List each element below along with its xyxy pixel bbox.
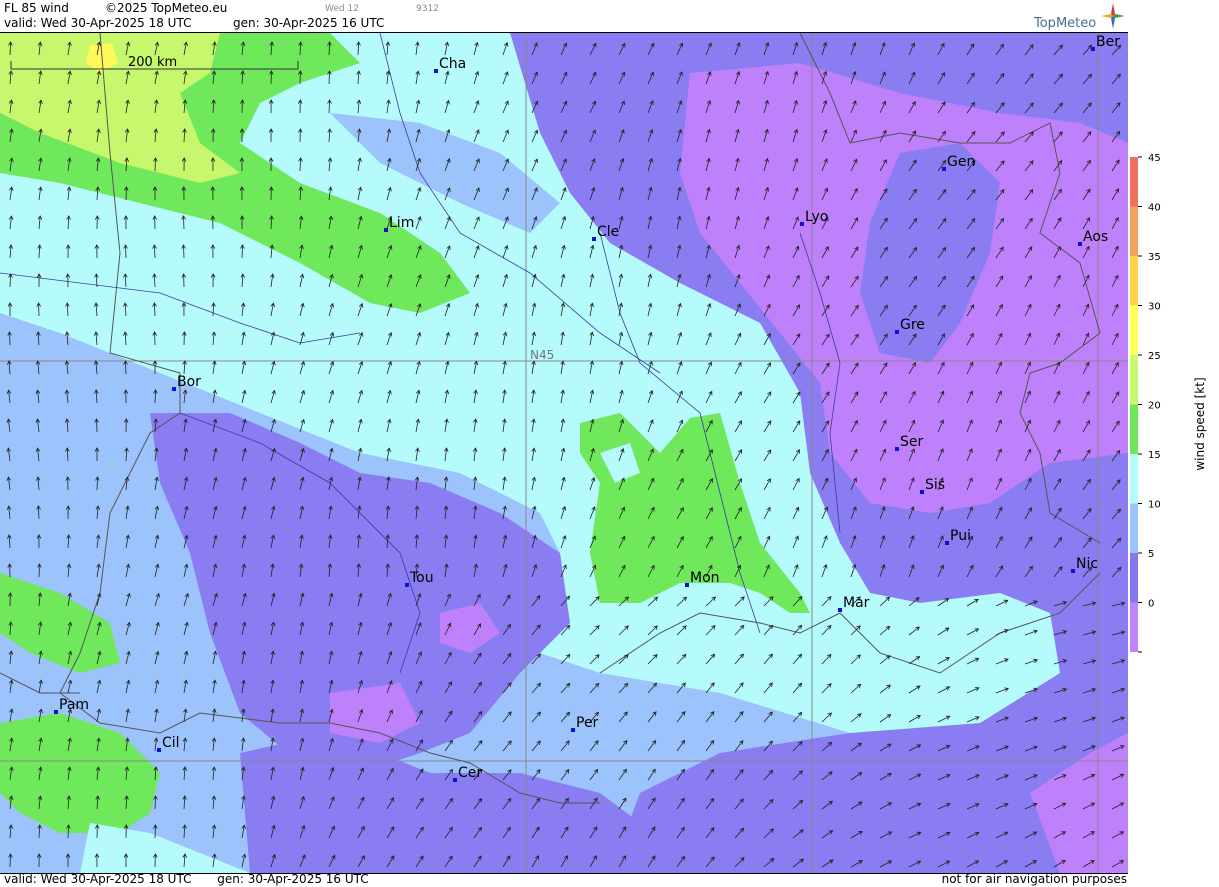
city-marker	[157, 748, 161, 752]
legend-tick-label: 25	[1148, 351, 1161, 362]
city-marker	[685, 583, 689, 587]
legend-tick-label: 20	[1148, 401, 1161, 412]
scale-label: 200 km	[128, 55, 177, 70]
city-label: Cle	[597, 224, 619, 240]
legend-swatch	[1130, 404, 1138, 454]
city-marker	[942, 167, 946, 171]
legend-swatch	[1130, 355, 1138, 405]
city-label: Ber	[1096, 34, 1120, 50]
legend-swatch	[1130, 256, 1138, 306]
footer-gen: gen: 30-Apr-2025 16 UTC	[217, 872, 369, 886]
city-label: Pui	[950, 528, 971, 544]
legend-tick-label: 5	[1148, 549, 1154, 560]
city-marker	[895, 330, 899, 334]
legend-swatch	[1130, 503, 1138, 553]
legend-swatch	[1130, 454, 1138, 504]
city-label: Mar	[843, 595, 870, 611]
city-label: Pam	[59, 697, 89, 713]
legend-swatch	[1130, 305, 1138, 355]
copyright: ©2025 TopMeteo.eu	[105, 1, 228, 15]
city-marker	[1091, 47, 1095, 51]
footer-times: valid: Wed 30-Apr-2025 18 UTC gen: 30-Ap…	[4, 872, 369, 886]
legend-tick-label: 10	[1148, 500, 1161, 511]
city-marker	[1071, 569, 1075, 573]
header-tag-day: Wed 12	[325, 4, 359, 14]
city-label: Per	[576, 715, 599, 731]
legend-tick-label: 0	[1148, 599, 1154, 610]
compass-star-icon	[1101, 3, 1125, 29]
legend-tick-label: 30	[1148, 302, 1161, 313]
city-marker	[838, 608, 842, 612]
city-label: Lim	[389, 215, 414, 231]
generated-time: gen: 30-Apr-2025 16 UTC	[233, 16, 385, 30]
latitude-label: N45	[530, 348, 554, 362]
valid-time: valid: Wed 30-Apr-2025 18 UTC	[4, 16, 192, 30]
legend-swatch	[1130, 553, 1138, 603]
wind-speed-legend: 45 40 35 30 25 20 15 10 5 0 wind speed [kt]	[1130, 153, 1207, 653]
footer-valid: valid: Wed 30-Apr-2025 18 UTC	[4, 872, 192, 886]
city-marker	[434, 69, 438, 73]
city-marker	[384, 228, 388, 232]
header-tag-code: 9312	[416, 4, 439, 14]
city-marker	[920, 490, 924, 494]
city-label: Cha	[439, 56, 466, 72]
city-marker	[453, 778, 457, 782]
city-label: Mon	[690, 570, 720, 586]
city-label: Nic	[1076, 556, 1098, 572]
city-label: Sis	[925, 477, 945, 493]
city-label: Ser	[900, 434, 924, 450]
city-label: Gen	[947, 154, 975, 170]
legend-tick-label: 40	[1148, 203, 1161, 214]
legend-tick-label: 35	[1148, 252, 1161, 263]
city-label: Gre	[900, 317, 925, 333]
city-marker	[571, 728, 575, 732]
legend-tick-label: 45	[1148, 153, 1161, 164]
footer-disclaimer: not for air navigation purposes	[941, 872, 1127, 886]
wind-map[interactable]: N45 200 km Ber Cha Gen Lyo Lim Cle Aos G…	[0, 32, 1128, 874]
legend-swatch	[1130, 206, 1138, 256]
city-label: Bor	[177, 374, 201, 390]
legend-title: wind speed [kt]	[1193, 377, 1207, 470]
city-marker	[592, 237, 596, 241]
city-label: Lyo	[805, 209, 828, 225]
city-marker	[405, 583, 409, 587]
city-marker	[54, 710, 58, 714]
city-label: Aos	[1083, 229, 1108, 245]
city-label: Cer	[458, 765, 482, 781]
legend-tick-label: 15	[1148, 450, 1161, 461]
legend-swatch	[1130, 602, 1138, 652]
city-marker	[895, 447, 899, 451]
topmeteo-logo: TopMeteo	[1034, 16, 1097, 31]
city-marker	[945, 541, 949, 545]
city-label: Cil	[162, 735, 180, 751]
city-label: Tou	[409, 570, 434, 586]
legend-swatch	[1130, 157, 1138, 207]
city-marker	[1078, 242, 1082, 246]
city-marker	[172, 387, 176, 391]
chart-title: FL 85 wind	[4, 1, 69, 15]
city-marker	[800, 222, 804, 226]
